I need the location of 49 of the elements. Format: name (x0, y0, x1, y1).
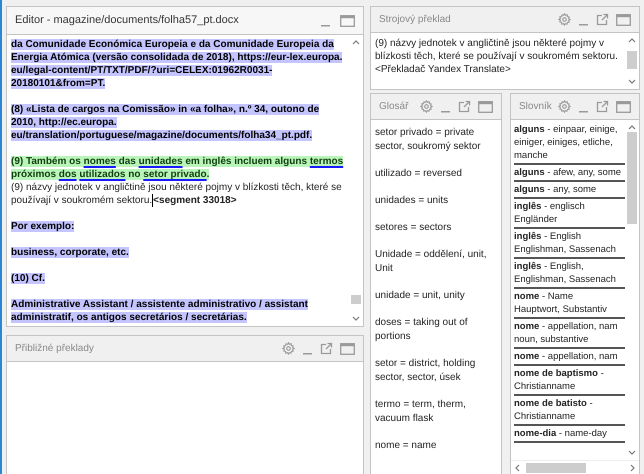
pop-out-icon[interactable] (320, 342, 333, 355)
target-segment-field[interactable]: (9) názvy jednotek v angličtině jsou některé pojmy v blízkosti těch, které se používají v soukromém sektoru.<segment 33018> (11, 181, 345, 208)
settings-icon[interactable] (282, 342, 295, 355)
scroll-left-icon[interactable] (514, 464, 520, 472)
scroll-down-icon[interactable] (628, 79, 636, 85)
source-segment[interactable]: Por exemplo: (11, 220, 345, 234)
maximize-icon[interactable] (616, 100, 631, 112)
glossary-entry[interactable]: Unidade = oddělení, unit, Unit (375, 248, 497, 276)
scroll-up-icon[interactable] (628, 37, 636, 43)
glossary-entry[interactable]: unidades = units (375, 194, 497, 208)
scroll-down-icon[interactable] (628, 450, 636, 456)
horizontal-scrollbar[interactable] (511, 460, 639, 474)
source-segment[interactable]: (10) Cf. (11, 272, 345, 286)
panel-title: Editor - magazine/documents/folha57_pt.docx (15, 13, 239, 28)
panel-title: Glosář (379, 100, 408, 114)
panel-title: Slovník (519, 100, 552, 114)
glossary-entry[interactable]: nome = name (375, 439, 497, 453)
pop-out-icon[interactable] (458, 100, 471, 113)
translation-provider: <Překladač Yandex Translate> (375, 63, 512, 76)
glossary-entry[interactable]: utilizado = reversed (375, 167, 497, 181)
pop-out-icon[interactable] (596, 100, 609, 113)
pop-out-icon[interactable] (596, 13, 609, 26)
scroll-up-icon[interactable] (352, 39, 360, 45)
scrollbar-thumb[interactable] (351, 295, 361, 304)
glossary-entry[interactable]: setor = district, holding sector, sector, úsek (375, 357, 497, 385)
source-segment[interactable]: da Comunidade Económica Europeia e da Comunidade Europeia da Energia Atómica (versão consolidada de 2018), https://eur-lex.europa. eu/legal-content/PT/TXT/PDF/?uri=CELEX:01962R0031-20180101&from=PT. (11, 38, 345, 90)
maximize-icon[interactable] (340, 14, 355, 26)
scrollbar-thumb[interactable] (627, 132, 637, 224)
glossary-entry[interactable]: setores = sectors (375, 221, 497, 235)
maximize-icon[interactable] (478, 100, 493, 112)
glossary-entry[interactable]: doses = taking out of portions (375, 316, 497, 344)
maximize-icon[interactable] (340, 342, 355, 354)
scrollbar-thumb[interactable] (526, 462, 586, 472)
glossary-entry[interactable]: unidade = unit, unity (375, 289, 497, 303)
settings-icon[interactable] (558, 13, 571, 26)
settings-icon[interactable] (558, 100, 571, 113)
translation-text: (9) názvy jednotek v angličtině jsou některé pojmy v blízkosti těch, které se používají v soukromém sektoru. (375, 37, 619, 63)
scroll-up-icon[interactable] (628, 124, 636, 130)
glossary-entry[interactable]: termo = term, therm, vacuum flask (375, 398, 497, 426)
glossary-entry[interactable]: setor privado = private sector, soukromý sektor (375, 126, 497, 154)
settings-icon[interactable] (420, 100, 433, 113)
panel-title: Přibližné překlady (15, 342, 94, 356)
scroll-down-icon[interactable] (352, 316, 360, 322)
source-segment[interactable]: business, corporate, etc. (11, 246, 345, 260)
scrollbar-thumb[interactable] (627, 51, 637, 69)
scroll-right-icon[interactable] (630, 464, 636, 472)
active-source-segment[interactable]: (9) Também os nomes das unidades em inglês incluem alguns termos próximos dos utilizados no setor privado. (11, 155, 345, 181)
panel-title: Strojový překlad (379, 13, 451, 27)
maximize-icon[interactable] (616, 14, 631, 26)
